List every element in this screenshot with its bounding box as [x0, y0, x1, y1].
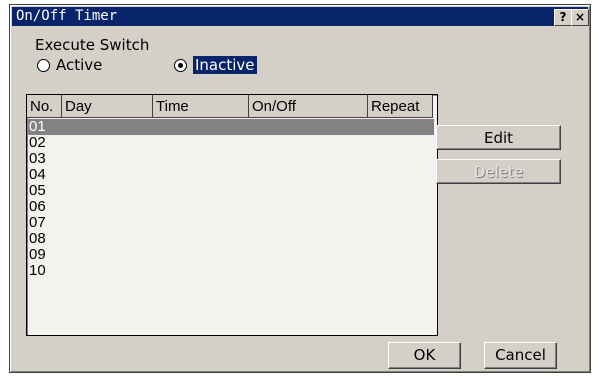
window-title: On/Off Timer: [16, 8, 118, 24]
radio-active-label: Active: [56, 56, 103, 74]
table-row[interactable]: 09: [28, 247, 434, 263]
table-row[interactable]: 07: [28, 215, 434, 231]
table-row[interactable]: 02: [28, 135, 434, 151]
close-button[interactable]: ×: [571, 9, 589, 26]
execute-switch-label: Execute Switch: [35, 36, 150, 54]
column-header-on-off[interactable]: On/Off: [249, 95, 368, 118]
table-row[interactable]: 08: [28, 231, 434, 247]
radio-inactive[interactable]: Inactive: [174, 56, 257, 74]
on-off-timer-dialog: On/Off Timer ? × Execute Switch Active I…: [9, 4, 591, 373]
table-row[interactable]: 01: [28, 119, 434, 135]
radio-inactive-label: Inactive: [193, 56, 257, 74]
cancel-button[interactable]: Cancel: [484, 342, 557, 369]
column-header-no[interactable]: No.: [27, 95, 62, 118]
column-header-time[interactable]: Time: [153, 95, 249, 118]
column-header-day[interactable]: Day: [62, 95, 153, 118]
table-row[interactable]: 05: [28, 183, 434, 199]
table-row[interactable]: 03: [28, 151, 434, 167]
delete-button[interactable]: Delete: [436, 159, 561, 184]
edit-button[interactable]: Edit: [436, 125, 561, 150]
title-bar: On/Off Timer ? ×: [12, 7, 589, 26]
table-row[interactable]: 10: [28, 263, 434, 279]
radio-inactive-indicator[interactable]: [174, 58, 187, 72]
help-button[interactable]: ?: [554, 9, 572, 26]
timer-list[interactable]: No. Day Time On/Off Repeat 01 02 03 04 0…: [26, 94, 438, 336]
ok-button[interactable]: OK: [388, 342, 461, 369]
table-row[interactable]: 04: [28, 167, 434, 183]
column-header-repeat[interactable]: Repeat: [368, 95, 433, 118]
radio-active-indicator[interactable]: [37, 58, 50, 72]
table-row[interactable]: 06: [28, 199, 434, 215]
radio-active[interactable]: Active: [37, 56, 102, 74]
